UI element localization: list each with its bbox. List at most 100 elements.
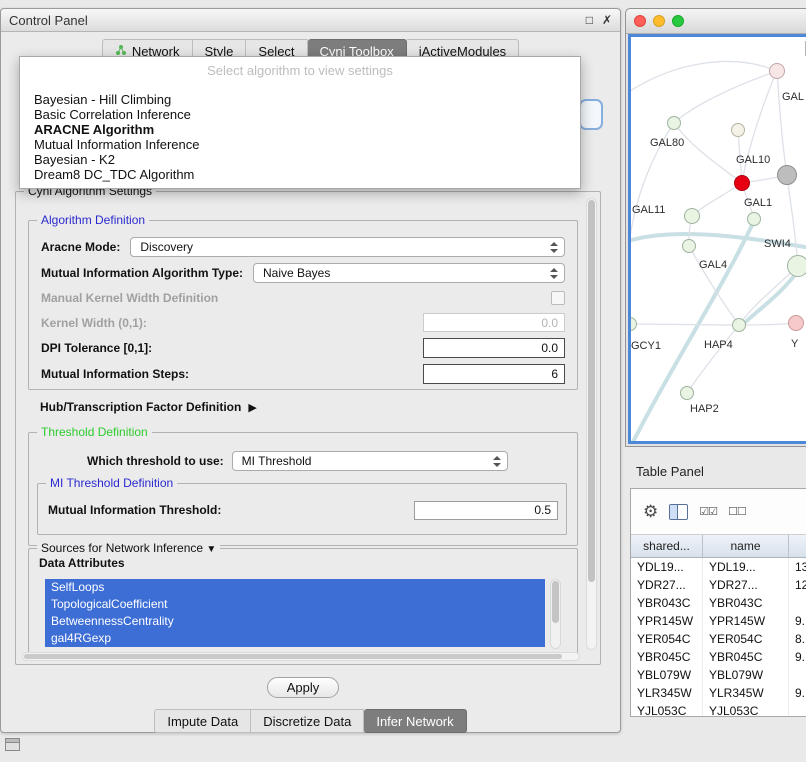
combo-arrows-icon	[493, 455, 501, 468]
float-window-icon[interactable]: □	[586, 14, 593, 26]
table-settings-gear-icon[interactable]: ⚙	[643, 502, 658, 522]
data-attributes-list: SelfLoops TopologicalCoefficient Between…	[45, 579, 545, 649]
settings-horizontal-scrollbar[interactable]	[22, 652, 580, 661]
table-cell: YDR27...	[703, 576, 789, 594]
network-node[interactable]	[667, 116, 681, 130]
expand-right-icon: ▶	[248, 401, 256, 414]
tab-infer-network[interactable]: Infer Network	[364, 709, 466, 733]
column-header-name[interactable]: name	[703, 535, 789, 557]
kernel-width-row: Kernel Width (0,1):	[29, 310, 577, 335]
attribute-item[interactable]: gal4RGexp	[45, 630, 545, 647]
network-node-label: SWI4	[764, 238, 791, 250]
mi-type-select[interactable]: Naive Bayes	[253, 263, 565, 283]
partially-hidden-field	[579, 99, 603, 130]
network-canvas[interactable]: GALGAL80GAL10GAL11GAL1SWI4GAL4GCY1HAP4YH…	[631, 37, 806, 441]
table-row[interactable]: YER054CYER054C8.	[631, 630, 806, 648]
which-threshold-row: Which threshold to use: MI Threshold	[29, 448, 577, 474]
settings-vertical-scrollbar[interactable]	[586, 198, 597, 650]
algorithm-definition-title: Algorithm Definition	[37, 213, 149, 227]
table-cell: YJL053C	[703, 702, 789, 717]
tab-impute-data[interactable]: Impute Data	[154, 709, 251, 733]
column-header-shared-name[interactable]: shared...	[631, 535, 703, 557]
table-row[interactable]: YBR045CYBR045C9.	[631, 648, 806, 666]
algorithm-definition-group: Algorithm Definition Aracne Mode: Discov…	[28, 220, 578, 390]
network-node[interactable]	[788, 315, 804, 331]
table-row[interactable]: YLR345WYLR345W9.	[631, 684, 806, 702]
attributes-scrollbar[interactable]	[550, 579, 561, 649]
settings-hscrollbar-thumb[interactable]	[24, 654, 562, 659]
which-threshold-select[interactable]: MI Threshold	[232, 451, 508, 471]
network-node[interactable]	[747, 212, 761, 226]
table-row[interactable]: YDL19...YDL19...13	[631, 558, 806, 576]
threshold-definition-group: Threshold Definition Which threshold to …	[28, 432, 578, 546]
sources-group-title: Sources for Network Inference ▼	[37, 541, 220, 555]
attribute-item[interactable]: SelfLoops	[45, 579, 545, 596]
mi-threshold-row: Mutual Information Threshold:	[38, 497, 566, 523]
table-cell: 13	[789, 558, 806, 576]
algorithm-option-selected[interactable]: ARACNE Algorithm	[20, 122, 580, 137]
dpi-tolerance-row: DPI Tolerance [0,1]:	[29, 335, 577, 361]
table-row[interactable]: YDR27...YDR27...12	[631, 576, 806, 594]
network-node[interactable]	[682, 239, 696, 253]
network-node[interactable]	[732, 318, 746, 332]
sources-title-text[interactable]: Sources for Network Inference	[41, 541, 203, 555]
network-node[interactable]	[684, 208, 700, 224]
kernel-width-field[interactable]	[423, 313, 565, 332]
table-row[interactable]: YPR145WYPR145W9.	[631, 612, 806, 630]
manual-kernel-label: Manual Kernel Width Definition	[41, 291, 218, 305]
column-selector-icon[interactable]	[669, 504, 688, 520]
mi-steps-field[interactable]	[423, 364, 565, 384]
close-button[interactable]	[634, 15, 646, 27]
select-all-checkboxes-icon[interactable]: ☑☑	[699, 505, 717, 518]
table-cell: 9.	[789, 612, 806, 630]
table-cell: YBL079W	[631, 666, 703, 684]
table-cell: 9.	[789, 648, 806, 666]
manual-kernel-checkbox[interactable]	[551, 291, 565, 305]
network-node[interactable]	[769, 63, 785, 79]
table-cell: YDL19...	[703, 558, 789, 576]
hub-definition-expander[interactable]: Hub/Transcription Factor Definition ▶	[40, 400, 257, 414]
aracne-mode-label: Aracne Mode:	[41, 240, 120, 254]
network-node[interactable]	[777, 165, 797, 185]
algorithm-dropdown-popup: Select algorithm to view settings Bayesi…	[19, 56, 581, 189]
table-cell: 8.	[789, 630, 806, 648]
attribute-item[interactable]: BetweennessCentrality	[45, 613, 545, 630]
minimize-button[interactable]	[653, 15, 665, 27]
tab-label: Infer Network	[376, 714, 453, 729]
collapse-down-icon[interactable]: ▼	[206, 544, 216, 555]
network-node[interactable]	[680, 386, 694, 400]
algorithm-option[interactable]: Basic Correlation Inference	[20, 107, 580, 122]
table-row[interactable]: YJL053CYJL053C	[631, 702, 806, 717]
network-node[interactable]	[787, 255, 806, 277]
table-row[interactable]: YBL079WYBL079W	[631, 666, 806, 684]
algorithm-option[interactable]: Bayesian - Hill Climbing	[20, 92, 580, 107]
table-row[interactable]: YBR043CYBR043C	[631, 594, 806, 612]
table-body: YDL19...YDL19...13YDR27...YDR27...12YBR0…	[631, 558, 806, 717]
which-threshold-value: MI Threshold	[242, 454, 312, 468]
close-panel-icon[interactable]: ✗	[602, 14, 612, 26]
zoom-button[interactable]	[672, 15, 684, 27]
mi-threshold-field[interactable]	[414, 501, 558, 520]
control-panel-titlebar[interactable]: Control Panel □ ✗	[1, 9, 620, 32]
attribute-item[interactable]: TopologicalCoefficient	[45, 596, 545, 613]
network-node[interactable]	[731, 123, 745, 137]
attributes-scrollbar-thumb[interactable]	[552, 581, 559, 623]
algorithm-option[interactable]: Dream8 DC_TDC Algorithm	[20, 167, 580, 182]
network-node[interactable]	[734, 175, 750, 191]
network-window-titlebar[interactable]	[626, 9, 806, 34]
minimized-panel-icon[interactable]	[5, 738, 20, 751]
tab-discretize-data[interactable]: Discretize Data	[251, 709, 364, 733]
control-panel-window: Control Panel □ ✗ Network Style Select C…	[0, 8, 621, 733]
hub-definition-label: Hub/Transcription Factor Definition	[40, 400, 241, 414]
column-header-clipped[interactable]	[789, 535, 806, 557]
apply-button[interactable]: Apply	[267, 677, 339, 698]
algorithm-option[interactable]: Bayesian - K2	[20, 152, 580, 167]
aracne-mode-select[interactable]: Discovery	[130, 237, 565, 257]
settings-scrollbar-thumb[interactable]	[588, 200, 595, 582]
deselect-all-checkboxes-icon[interactable]: ☐☐	[728, 505, 746, 518]
algorithm-option[interactable]: Mutual Information Inference	[20, 137, 580, 152]
dpi-tolerance-field[interactable]	[423, 338, 565, 358]
tab-label: Discretize Data	[263, 714, 351, 729]
network-node-label: HAP4	[704, 339, 733, 351]
network-node-label: GAL11	[632, 204, 665, 216]
